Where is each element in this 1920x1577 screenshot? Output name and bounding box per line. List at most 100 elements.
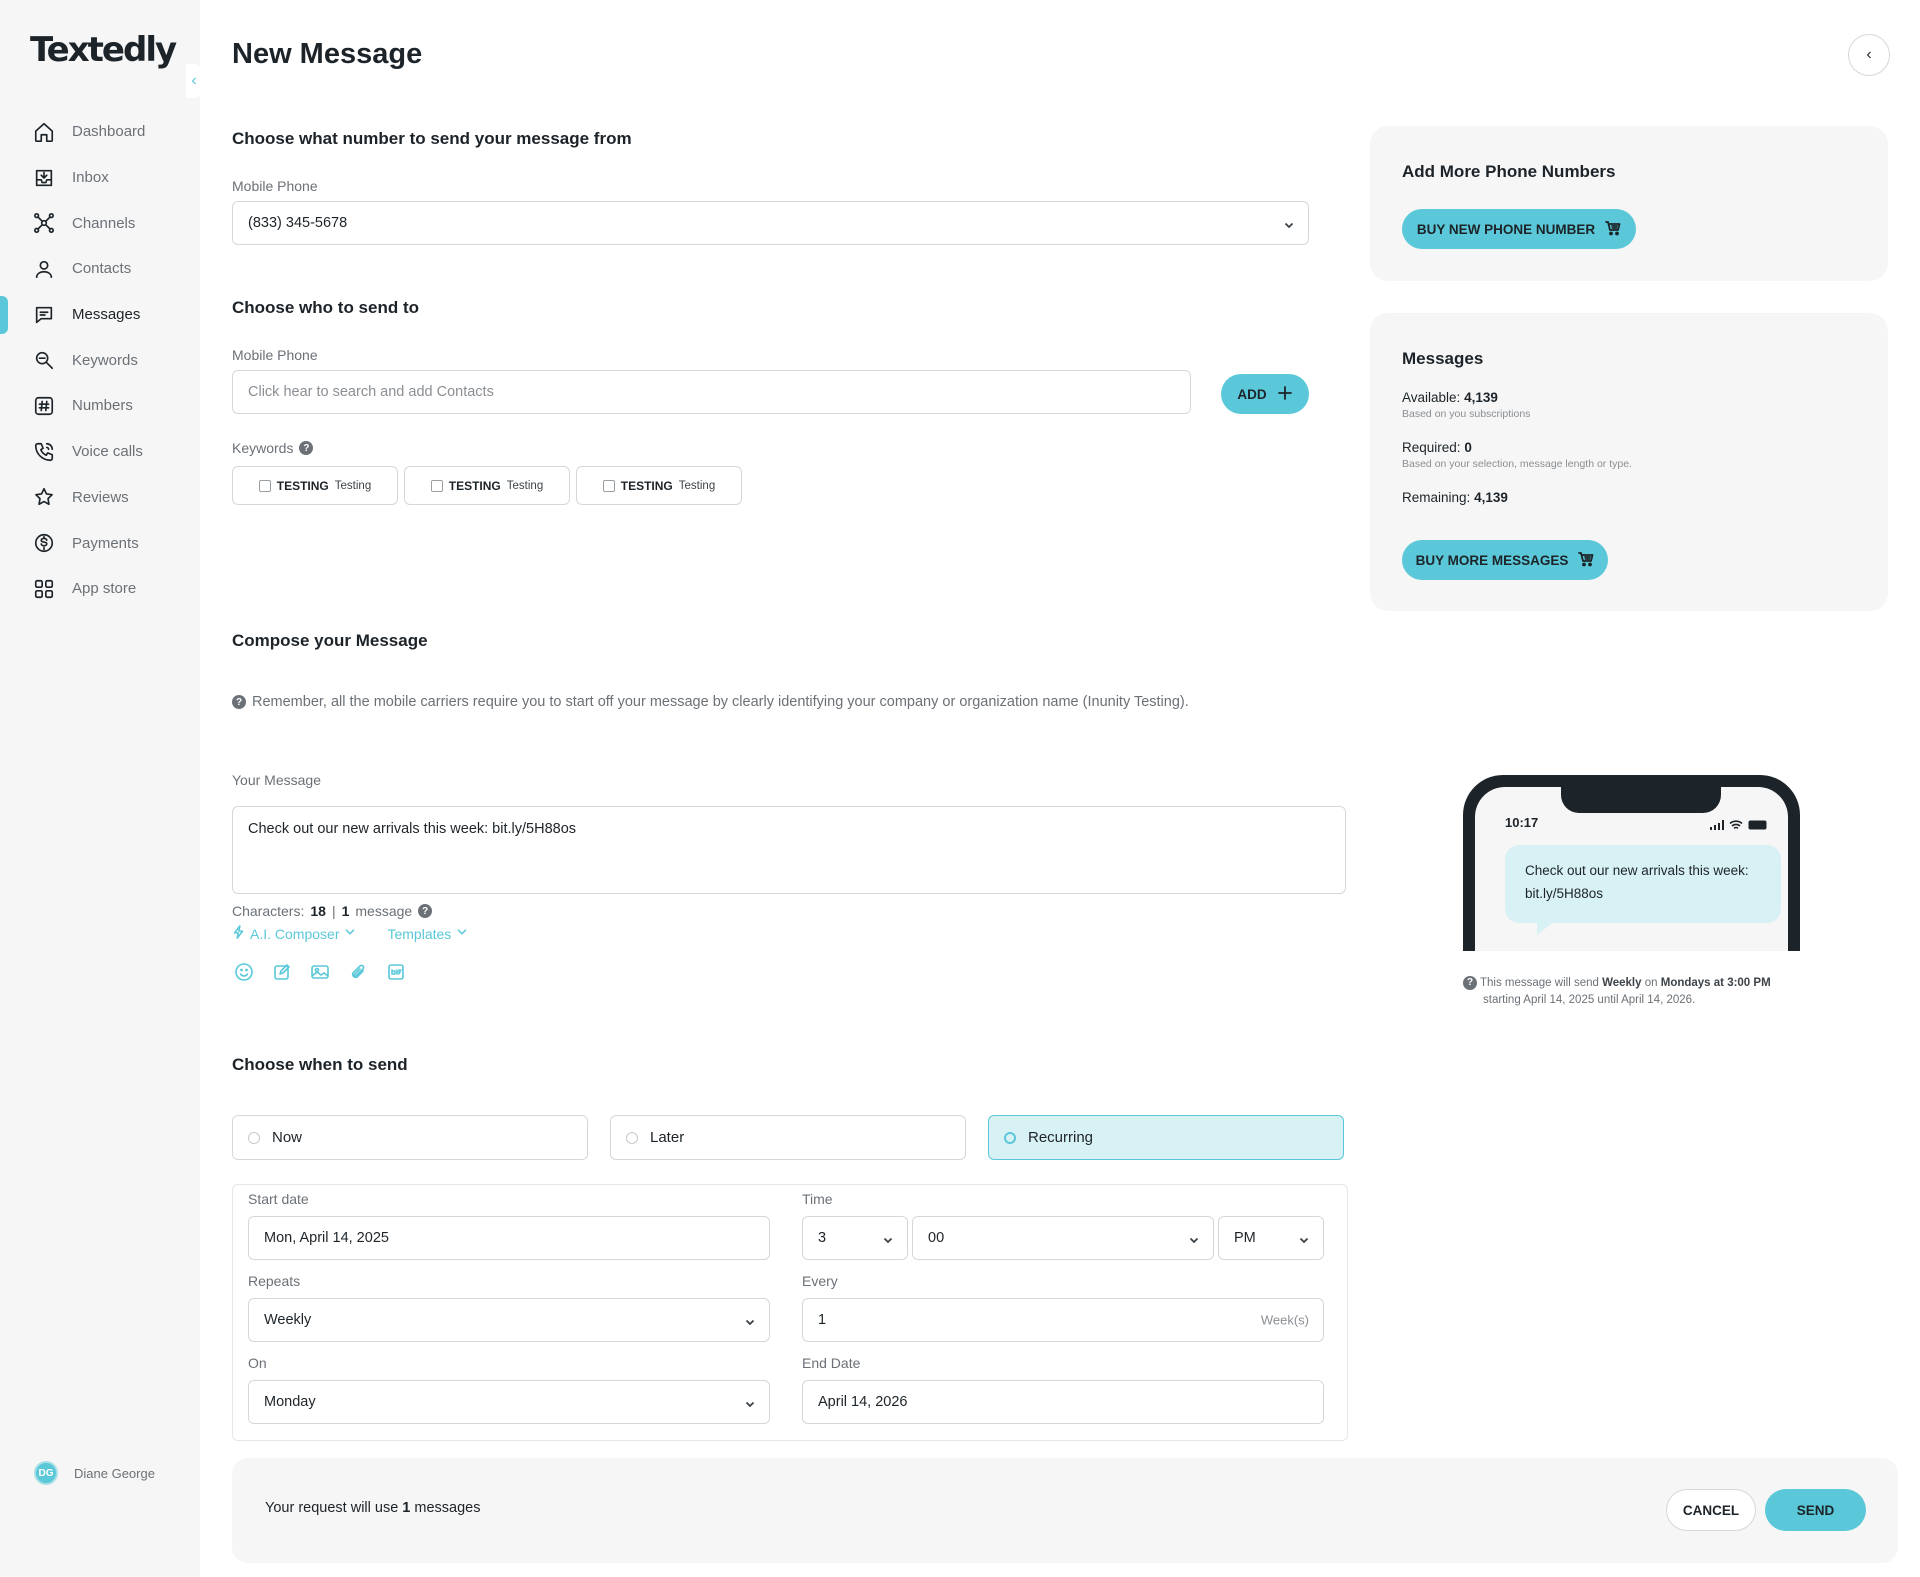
grid-icon xyxy=(32,577,56,601)
buy-new-phone-number-button[interactable]: BUY NEW PHONE NUMBER xyxy=(1402,209,1636,249)
help-icon: ? xyxy=(1463,975,1477,990)
sidebar-item-numbers[interactable]: Numbers xyxy=(0,383,200,429)
hour-select[interactable]: 3 xyxy=(802,1216,908,1260)
on-day-value: Monday xyxy=(264,1394,316,1410)
gif-icon[interactable] xyxy=(386,962,406,987)
user-name: Diane George xyxy=(74,1465,155,1481)
sidebar-item-messages[interactable]: Messages xyxy=(0,292,200,338)
compose-section-title: Compose your Message xyxy=(232,631,428,650)
checkbox-icon[interactable] xyxy=(602,479,615,492)
to-phone-label: Mobile Phone xyxy=(232,347,318,363)
remaining-stat: Remaining: 4,139 xyxy=(1402,490,1508,505)
from-phone-label: Mobile Phone xyxy=(232,178,318,194)
sidebar: Textedly ‹ Dashboard Inbox Channels Cont… xyxy=(0,0,202,1577)
sidebar-item-label: Dashboard xyxy=(72,123,146,141)
chevron-down-icon xyxy=(1189,1233,1199,1244)
ai-composer-dropdown[interactable]: A.I. Composer xyxy=(232,925,357,942)
sidebar-item-inbox[interactable]: Inbox xyxy=(0,155,200,201)
end-date-input[interactable]: April 14, 2026 xyxy=(802,1380,1324,1424)
note-part-1: This message will send xyxy=(1480,977,1599,989)
sidebar-item-keywords[interactable]: Keywords xyxy=(0,337,200,383)
required-sub: Based on your selection, message length … xyxy=(1402,458,1632,470)
send-button[interactable]: SEND xyxy=(1765,1489,1866,1531)
collapse-panel-button[interactable]: ‹ xyxy=(1848,34,1890,76)
sidebar-item-reviews[interactable]: Reviews xyxy=(0,475,200,521)
sidebar-item-dashboard[interactable]: Dashboard xyxy=(0,109,200,155)
checkbox-icon[interactable] xyxy=(430,479,443,492)
required-value: 0 xyxy=(1464,440,1472,455)
cancel-button[interactable]: CANCEL xyxy=(1666,1489,1756,1531)
channels-icon xyxy=(32,211,56,235)
add-phone-numbers-title: Add More Phone Numbers xyxy=(1402,162,1616,181)
add-button-label: ADD xyxy=(1237,386,1267,402)
ampm-select[interactable]: PM xyxy=(1218,1216,1324,1260)
checkbox-icon[interactable] xyxy=(258,479,271,492)
start-date-label: Start date xyxy=(248,1191,309,1207)
chevron-down-icon xyxy=(1284,218,1294,229)
sidebar-item-payments[interactable]: Payments xyxy=(0,520,200,566)
signal-icon xyxy=(1710,817,1724,835)
keyword-sub: Testing xyxy=(678,479,716,492)
battery-icon xyxy=(1748,817,1768,835)
ai-composer-label: A.I. Composer xyxy=(250,925,340,942)
compose-tools: A.I. Composer Templates xyxy=(232,925,469,942)
messages-icon xyxy=(32,303,56,327)
help-icon[interactable]: ? xyxy=(299,441,314,455)
note-part-3: starting April 14, 2025 until April 14, … xyxy=(1483,994,1696,1006)
keyword-chip[interactable]: TESTING Testing xyxy=(576,466,742,505)
schedule-summary-note: ? This message will send Weekly on Monda… xyxy=(1463,975,1823,1009)
send-now-option[interactable]: Now xyxy=(232,1115,588,1160)
templates-dropdown[interactable]: Templates xyxy=(387,925,469,942)
collapse-sidebar-button[interactable]: ‹ xyxy=(186,64,202,98)
paperclip-icon[interactable] xyxy=(348,962,368,987)
on-day-select[interactable]: Monday xyxy=(248,1380,770,1424)
buy-more-messages-button[interactable]: BUY MORE MESSAGES xyxy=(1402,540,1608,580)
help-icon[interactable]: ? xyxy=(418,904,433,918)
sidebar-item-label: Keywords xyxy=(72,351,138,369)
keyword-chip[interactable]: TESTING Testing xyxy=(404,466,570,505)
message-textarea[interactable]: Check out our new arrivals this week: bi… xyxy=(232,806,1346,894)
send-later-option[interactable]: Later xyxy=(610,1115,966,1160)
add-contact-button[interactable]: ADD xyxy=(1221,374,1309,414)
sidebar-item-voice-calls[interactable]: Voice calls xyxy=(0,429,200,475)
compose-icon-toolbar xyxy=(234,962,406,987)
sidebar-item-contacts[interactable]: Contacts xyxy=(0,246,200,292)
app-logo[interactable]: Textedly xyxy=(30,30,177,70)
chevron-left-icon: ‹ xyxy=(191,72,197,89)
chevron-left-icon: ‹ xyxy=(1866,46,1872,63)
edit-icon[interactable] xyxy=(272,962,292,987)
option-label: Recurring xyxy=(1028,1129,1094,1146)
available-label: Available: xyxy=(1402,390,1461,405)
usage-after: messages xyxy=(414,1500,481,1516)
note-part-2: on xyxy=(1644,977,1658,989)
sidebar-item-label: Reviews xyxy=(72,488,129,506)
footer-bar xyxy=(232,1458,1898,1563)
send-recurring-option[interactable]: Recurring xyxy=(988,1115,1344,1160)
repeats-select[interactable]: Weekly xyxy=(248,1298,770,1342)
radio-icon xyxy=(248,1131,260,1144)
contacts-search-input[interactable]: Click hear to search and add Contacts xyxy=(232,370,1191,414)
keyword-chip[interactable]: TESTING Testing xyxy=(232,466,398,505)
contacts-icon xyxy=(32,257,56,281)
sidebar-item-label: Voice calls xyxy=(72,443,143,461)
phone-time: 10:17 xyxy=(1505,815,1539,830)
user-profile[interactable]: DG Diane George xyxy=(34,1461,155,1485)
repeats-value: Weekly xyxy=(264,1312,312,1328)
minute-select[interactable]: 00 xyxy=(912,1216,1214,1260)
start-date-input[interactable]: Mon, April 14, 2025 xyxy=(248,1216,770,1260)
hour-value: 3 xyxy=(818,1230,827,1246)
ampm-value: PM xyxy=(1234,1230,1256,1246)
emoji-icon[interactable] xyxy=(234,962,254,987)
every-input[interactable]: 1 Week(s) xyxy=(802,1298,1324,1342)
sidebar-item-channels[interactable]: Channels xyxy=(0,200,200,246)
footer-usage-text: Your request will use 1 messages xyxy=(265,1500,481,1516)
chevron-down-icon xyxy=(745,1315,755,1326)
cart-icon xyxy=(1605,220,1621,239)
message-bubble: Check out our new arrivals this week: bi… xyxy=(1505,845,1781,923)
message-count: 1 xyxy=(341,903,350,919)
plus-icon xyxy=(1277,385,1293,404)
from-phone-select[interactable]: (833) 345-5678 xyxy=(232,201,1309,245)
sidebar-item-app-store[interactable]: App store xyxy=(0,566,200,612)
time-label: Time xyxy=(802,1191,833,1207)
image-icon[interactable] xyxy=(310,962,330,987)
